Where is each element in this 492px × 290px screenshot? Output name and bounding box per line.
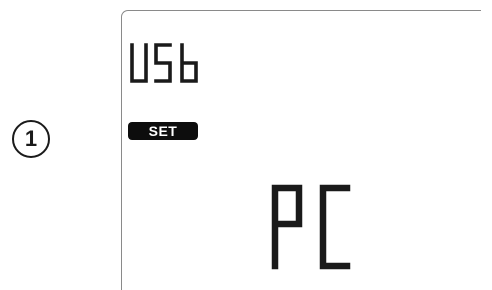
lcd-mode-readout: USb	[130, 43, 210, 90]
seg-glyph-p	[271, 184, 303, 270]
lcd-mode-segments	[130, 43, 198, 83]
seg-glyph-s	[154, 43, 172, 83]
seg-glyph-u	[130, 43, 148, 83]
lcd-value-readout: PC	[271, 184, 361, 275]
seg-glyph-c	[319, 184, 351, 270]
seg-glyph-b	[180, 43, 198, 83]
step-number-badge: 1	[12, 120, 50, 158]
set-indicator-badge: SET	[128, 122, 198, 140]
lcd-value-segments	[271, 184, 351, 270]
step-number: 1	[24, 126, 38, 151]
